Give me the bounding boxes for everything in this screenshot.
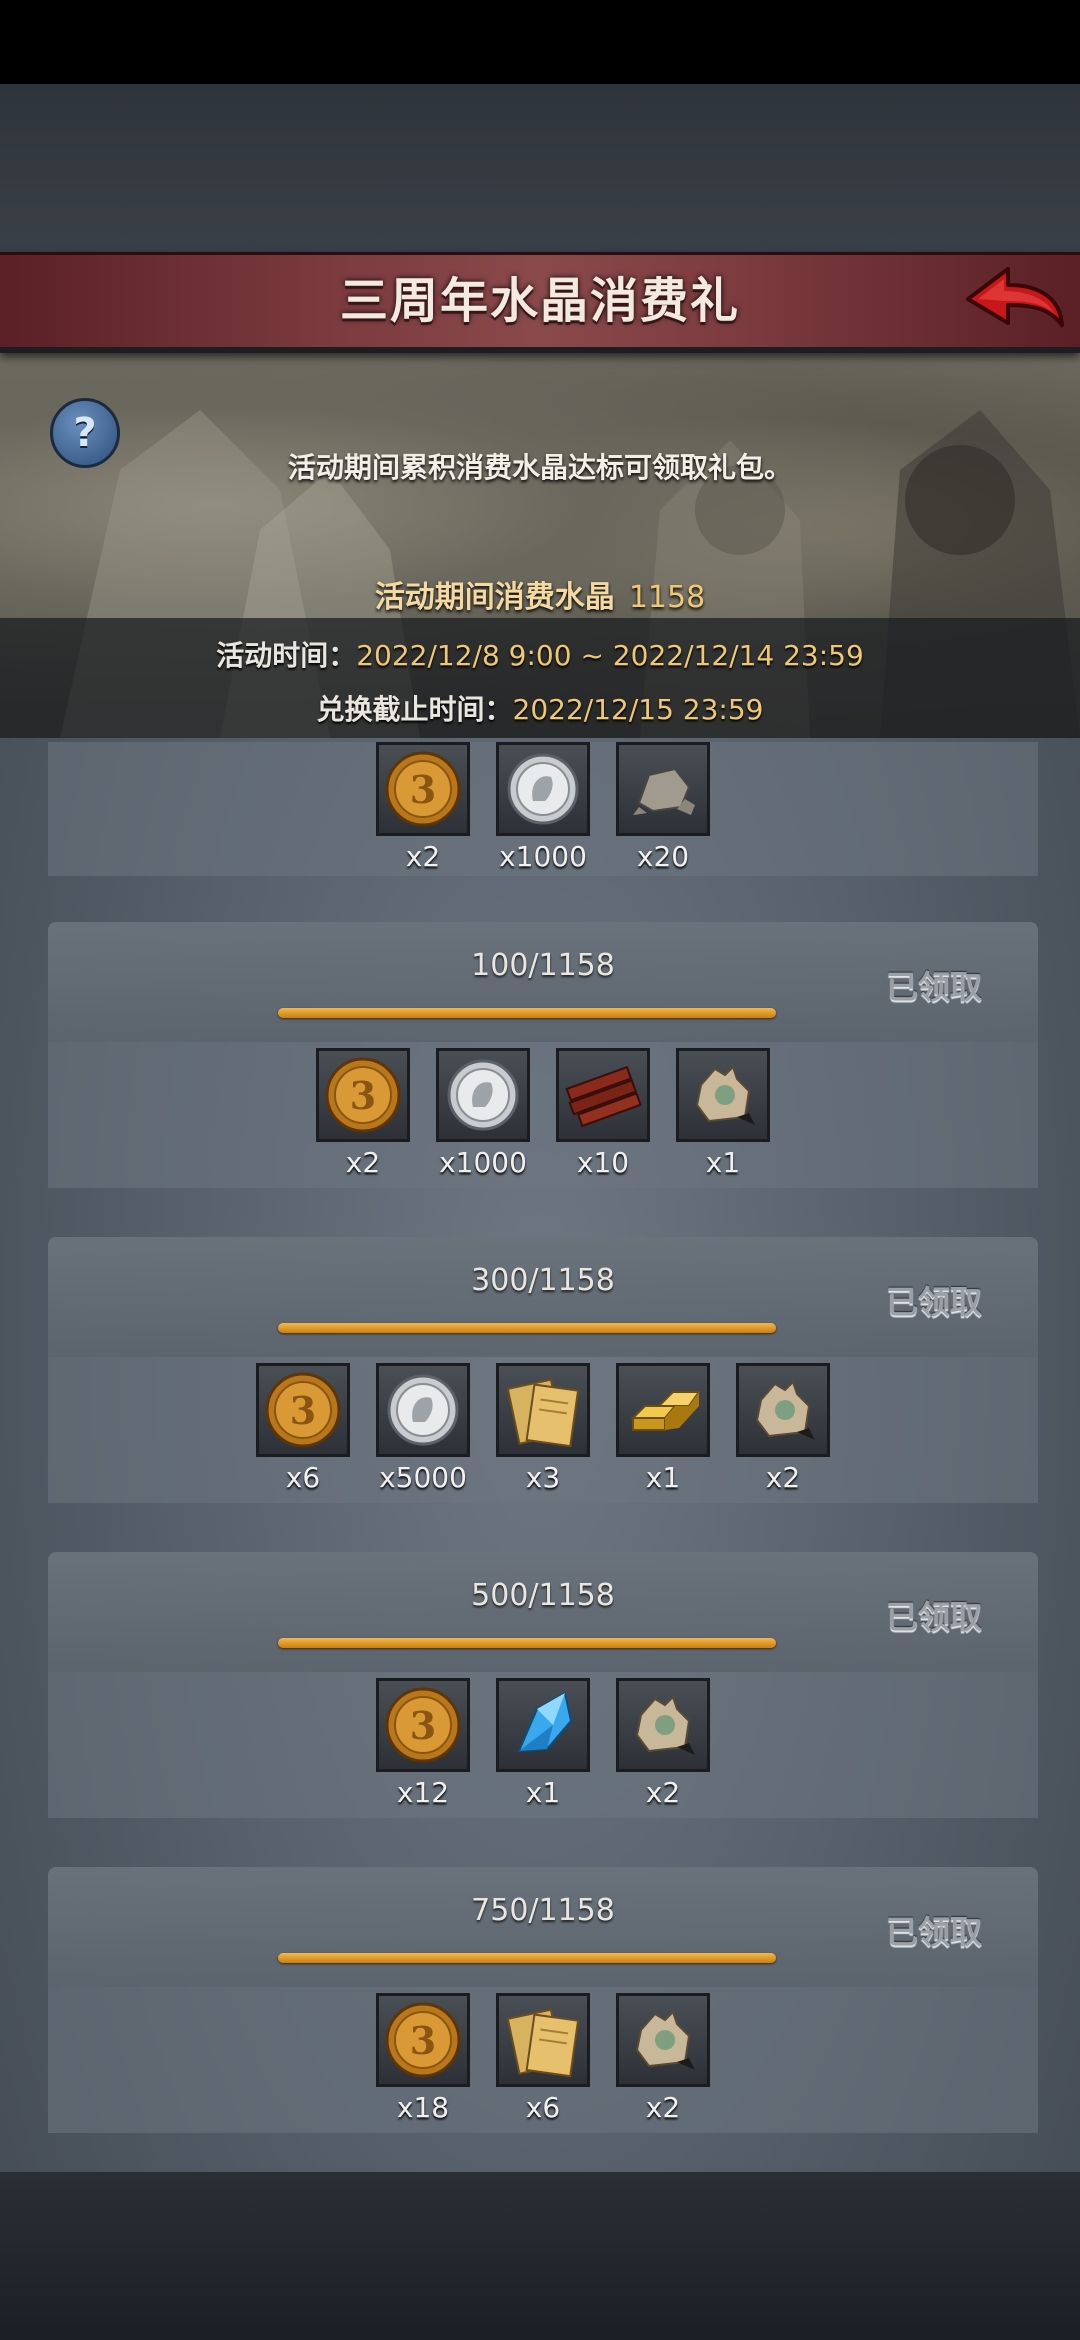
exchange-deadline: 兑换截止时间：2022/12/15 23:59 bbox=[0, 688, 1080, 728]
status-bar bbox=[0, 0, 1080, 84]
reward-item[interactable]: x2 bbox=[616, 1993, 710, 2124]
bag-icon bbox=[736, 1363, 830, 1457]
claimed-status: 已领取 bbox=[885, 1913, 982, 1951]
svg-text:3: 3 bbox=[410, 1703, 436, 1748]
item-quantity: x1000 bbox=[499, 840, 587, 873]
upper-area bbox=[0, 84, 1080, 254]
reward-item[interactable]: x1 bbox=[496, 1678, 590, 1809]
event-time: 活动时间：2022/12/8 9:00 ~ 2022/12/14 23:59 bbox=[0, 634, 1080, 674]
silver-coin-icon bbox=[376, 1363, 470, 1457]
wood-icon bbox=[556, 1048, 650, 1142]
item-quantity: x10 bbox=[576, 1146, 630, 1179]
hero-illustration bbox=[0, 350, 1080, 738]
gold-coin-icon: 3 bbox=[376, 1993, 470, 2087]
item-quantity: x1000 bbox=[439, 1146, 527, 1179]
gold-coin-icon: 3 bbox=[256, 1363, 350, 1457]
spent-label: 活动期间消费水晶 bbox=[374, 580, 615, 615]
reward-items: 3 x6 x5000 x3 x1 x2 bbox=[48, 1363, 1038, 1494]
reward-items: 3 x2 x1000 x20 bbox=[48, 742, 1038, 873]
reward-items: 3 x2 x1000 x10 x1 bbox=[48, 1048, 1038, 1179]
reward-item[interactable]: x10 bbox=[556, 1048, 650, 1179]
reward-item[interactable]: 3 x2 bbox=[316, 1048, 410, 1179]
reward-item[interactable]: 3 x18 bbox=[376, 1993, 470, 2124]
back-arrow-icon bbox=[966, 267, 1064, 327]
svg-text:3: 3 bbox=[350, 1073, 376, 1118]
svg-text:3: 3 bbox=[410, 2018, 436, 2063]
reward-item[interactable]: x1 bbox=[676, 1048, 770, 1179]
item-quantity: x1 bbox=[525, 1776, 561, 1809]
item-quantity: x2 bbox=[345, 1146, 381, 1179]
bottom-bar bbox=[0, 2172, 1080, 2340]
deadline-value: 2022/12/15 23:59 bbox=[512, 693, 764, 726]
reward-item[interactable]: 3 x12 bbox=[376, 1678, 470, 1809]
gold-coin-icon: 3 bbox=[316, 1048, 410, 1142]
tier-progress-bar bbox=[278, 1323, 776, 1333]
reward-item[interactable]: x20 bbox=[616, 742, 710, 873]
reward-item[interactable]: x3 bbox=[496, 1363, 590, 1494]
tier-progress-bar bbox=[278, 1008, 776, 1018]
event-time-value: 2022/12/8 9:00 ~ 2022/12/14 23:59 bbox=[356, 639, 864, 672]
reward-items: 3 x12 x1 x2 bbox=[48, 1678, 1038, 1809]
reward-item[interactable]: x2 bbox=[616, 1678, 710, 1809]
claimed-status: 已领取 bbox=[885, 1283, 982, 1321]
gold-bars-icon bbox=[616, 1363, 710, 1457]
item-quantity: x2 bbox=[645, 1776, 681, 1809]
item-quantity: x20 bbox=[636, 840, 690, 873]
item-quantity: x2 bbox=[405, 840, 441, 873]
item-quantity: x5000 bbox=[379, 1461, 467, 1494]
back-button[interactable] bbox=[962, 263, 1066, 339]
bag-icon bbox=[616, 1678, 710, 1772]
item-quantity: x6 bbox=[285, 1461, 321, 1494]
silver-coin-icon bbox=[496, 742, 590, 836]
claimed-status: 已领取 bbox=[885, 968, 982, 1006]
bag-icon bbox=[616, 1993, 710, 2087]
reward-item[interactable]: x5000 bbox=[376, 1363, 470, 1494]
item-quantity: x2 bbox=[645, 2091, 681, 2124]
event-time-label: 活动时间： bbox=[216, 639, 357, 672]
gold-coin-icon: 3 bbox=[376, 742, 470, 836]
reward-item[interactable]: x2 bbox=[736, 1363, 830, 1494]
deadline-label: 兑换截止时间： bbox=[316, 693, 513, 726]
title-banner: 三周年水晶消费礼 bbox=[0, 252, 1080, 353]
item-quantity: x6 bbox=[525, 2091, 561, 2124]
reward-item[interactable]: x1000 bbox=[436, 1048, 530, 1179]
bag-icon bbox=[676, 1048, 770, 1142]
spent-summary: 活动期间消费水晶 1158 bbox=[0, 572, 1080, 616]
stone-icon bbox=[616, 742, 710, 836]
reward-item[interactable]: 3 x2 bbox=[376, 742, 470, 873]
cards-icon bbox=[496, 1363, 590, 1457]
reward-items: 3 x18 x6 x2 bbox=[48, 1993, 1038, 2124]
item-quantity: x1 bbox=[705, 1146, 741, 1179]
page-title: 三周年水晶消费礼 bbox=[339, 273, 740, 329]
silver-coin-icon bbox=[436, 1048, 530, 1142]
svg-text:3: 3 bbox=[290, 1388, 316, 1433]
item-quantity: x18 bbox=[396, 2091, 450, 2124]
claimed-status: 已领取 bbox=[885, 1598, 982, 1636]
gold-coin-icon: 3 bbox=[376, 1678, 470, 1772]
event-description: 活动期间累积消费水晶达标可领取礼包。 bbox=[287, 451, 792, 484]
item-quantity: x3 bbox=[525, 1461, 561, 1494]
reward-item[interactable]: x6 bbox=[496, 1993, 590, 2124]
spent-value: 1158 bbox=[628, 580, 706, 615]
item-quantity: x2 bbox=[765, 1461, 801, 1494]
tier-progress-bar bbox=[278, 1953, 776, 1963]
crystal-icon bbox=[496, 1678, 590, 1772]
reward-item[interactable]: 3 x6 bbox=[256, 1363, 350, 1494]
svg-text:3: 3 bbox=[410, 767, 436, 812]
tier-progress-bar bbox=[278, 1638, 776, 1648]
item-quantity: x1 bbox=[645, 1461, 681, 1494]
reward-item[interactable]: x1000 bbox=[496, 742, 590, 873]
item-quantity: x12 bbox=[396, 1776, 450, 1809]
cards-icon bbox=[496, 1993, 590, 2087]
reward-item[interactable]: x1 bbox=[616, 1363, 710, 1494]
